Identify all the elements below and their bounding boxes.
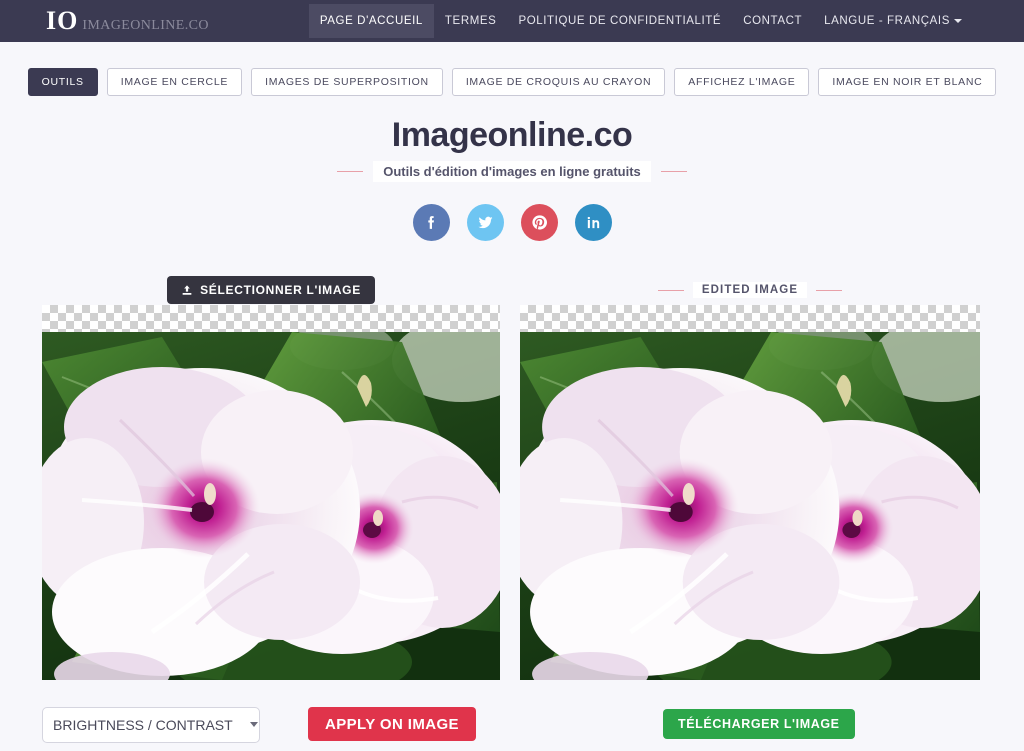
source-image-panel: SÉLECTIONNER L'IMAGE — [42, 275, 500, 680]
tool-tab-outils[interactable]: OUTILS — [27, 68, 98, 96]
nav-item-privacy[interactable]: POLITIQUE DE CONFIDENTIALITÉ — [507, 4, 732, 38]
linkedin-icon[interactable] — [574, 204, 612, 241]
download-image-button[interactable]: TÉLÉCHARGER L'IMAGE — [663, 709, 855, 739]
edited-panel-header: EDITED IMAGE — [520, 275, 980, 305]
tool-tab-overlay-images[interactable]: IMAGES DE SUPERPOSITION — [251, 68, 443, 96]
select-image-button[interactable]: SÉLECTIONNER L'IMAGE — [167, 276, 375, 304]
select-image-label: SÉLECTIONNER L'IMAGE — [200, 283, 361, 297]
facebook-icon[interactable] — [412, 204, 450, 241]
top-navbar: IO IMAGEONLINE.CO PAGE D'ACCUEIL TERMES … — [0, 0, 1024, 42]
filter-select[interactable]: BRIGHTNESS / CONTRAST — [42, 707, 260, 743]
editor-area: SÉLECTIONNER L'IMAGE EDITED IMAGE — [0, 275, 1024, 695]
edited-image[interactable] — [520, 332, 980, 680]
pinterest-icon[interactable] — [520, 204, 558, 241]
editor-controls: BRIGHTNESS / CONTRAST APPLY ON IMAGE TÉL… — [0, 707, 1024, 751]
edited-label-row: EDITED IMAGE — [657, 282, 843, 298]
hero-block: Imageonline.co Outils d'édition d'images… — [0, 116, 1024, 182]
transparency-checker-edited — [520, 305, 980, 332]
transparency-checker-source — [42, 305, 500, 332]
chevron-down-icon — [954, 18, 962, 23]
upload-icon — [182, 284, 192, 295]
language-label: LANGUE - FRANÇAIS — [824, 15, 950, 27]
decor-dash-left-edited — [657, 289, 684, 291]
page-subtitle: Outils d'édition d'images en ligne gratu… — [373, 161, 651, 182]
edited-image-panel: EDITED IMAGE — [520, 275, 980, 680]
subtitle-row: Outils d'édition d'images en ligne gratu… — [0, 161, 1024, 182]
source-image[interactable] — [42, 332, 500, 680]
main-nav: PAGE D'ACCUEIL TERMES POLITIQUE DE CONFI… — [308, 4, 973, 38]
decor-dash-left — [337, 171, 364, 172]
tool-tab-black-and-white[interactable]: IMAGE EN NOIR ET BLANC — [818, 68, 997, 96]
tool-tab-view-image[interactable]: AFFICHEZ L'IMAGE — [674, 68, 810, 96]
decor-dash-right — [660, 171, 687, 172]
source-panel-header: SÉLECTIONNER L'IMAGE — [42, 275, 500, 305]
decor-dash-right-edited — [816, 289, 843, 291]
nav-item-language[interactable]: LANGUE - FRANÇAIS — [813, 4, 973, 38]
edited-image-label: EDITED IMAGE — [692, 282, 808, 298]
nav-item-terms[interactable]: TERMES — [434, 4, 508, 38]
site-logo[interactable]: IO IMAGEONLINE.CO — [46, 8, 209, 34]
nav-item-contact[interactable]: CONTACT — [732, 4, 813, 38]
tool-tab-pencil-sketch[interactable]: IMAGE DE CROQUIS AU CRAYON — [451, 68, 666, 96]
tools-tabbar: OUTILS IMAGE EN CERCLE IMAGES DE SUPERPO… — [0, 68, 1024, 96]
social-links — [0, 204, 1024, 241]
logo-mark: IO — [46, 6, 79, 35]
nav-item-home[interactable]: PAGE D'ACCUEIL — [308, 4, 434, 38]
logo-text: IMAGEONLINE.CO — [82, 18, 209, 33]
twitter-icon[interactable] — [466, 204, 504, 241]
apply-on-image-button[interactable]: APPLY ON IMAGE — [308, 707, 476, 741]
tool-tab-circle-image[interactable]: IMAGE EN CERCLE — [106, 68, 243, 96]
page-title: Imageonline.co — [391, 116, 633, 154]
